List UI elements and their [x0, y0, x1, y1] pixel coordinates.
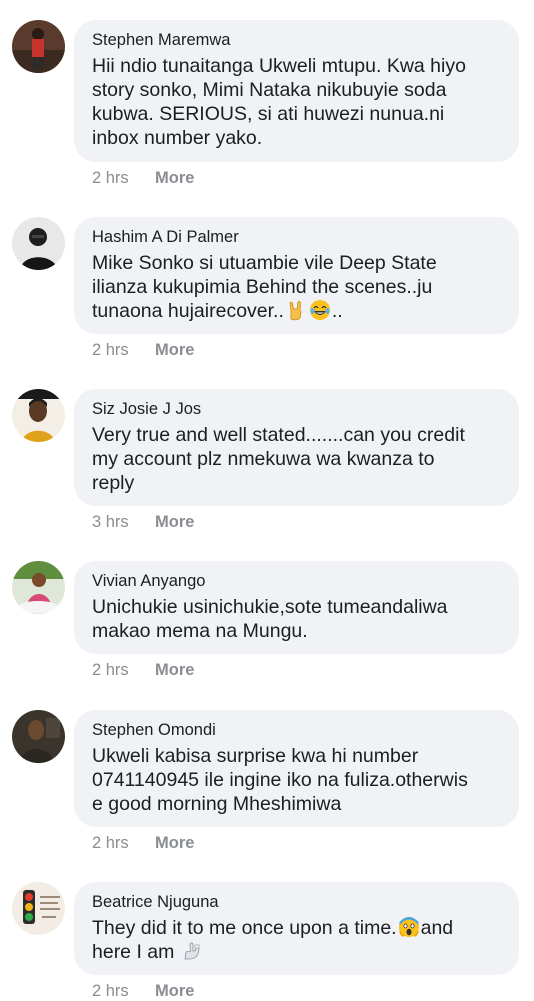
- comment-timestamp[interactable]: 3 hrs: [92, 512, 155, 532]
- comment-actions: 2 hrs More: [92, 981, 194, 1001]
- comment-timestamp[interactable]: 2 hrs: [92, 660, 155, 680]
- profile-photo-icon: [12, 561, 65, 614]
- comment-timestamp[interactable]: 2 hrs: [92, 168, 155, 188]
- comment-bubble: Stephen Maremwa Hii ndio tunaitanga Ukwe…: [74, 20, 519, 162]
- more-button[interactable]: More: [155, 834, 194, 852]
- more-button[interactable]: More: [155, 169, 194, 187]
- laughing-tears-emoji: [309, 299, 331, 321]
- rock-hand-emoji: [285, 299, 307, 321]
- flexed-arm-emoji: [181, 940, 203, 962]
- comment-text-line: tunaona hujairecover..: [92, 300, 284, 322]
- comment-bubble: Siz Josie J Jos Very true and well state…: [74, 389, 519, 506]
- screaming-face-emoji: [398, 916, 420, 938]
- comment-actions: 3 hrs More: [92, 512, 194, 532]
- avatar[interactable]: [12, 882, 65, 935]
- avatar[interactable]: [12, 389, 65, 442]
- avatar[interactable]: [12, 217, 65, 270]
- comment-actions: 2 hrs More: [92, 660, 194, 680]
- comment-text-line: Mike Sonko si utuambie vile Deep State: [92, 252, 437, 274]
- more-button[interactable]: More: [155, 341, 194, 359]
- comment-author[interactable]: Vivian Anyango: [92, 571, 503, 592]
- more-button[interactable]: More: [155, 513, 194, 531]
- profile-photo-icon: [12, 389, 65, 442]
- comment-bubble: Vivian Anyango Unichukie usinichukie,sot…: [74, 561, 519, 654]
- comment-bubble: Beatrice Njuguna They did it to me once …: [74, 882, 519, 975]
- comment-text: Unichukie usinichukie,sote tumeandaliwa …: [92, 596, 448, 642]
- avatar[interactable]: [12, 561, 65, 614]
- comment-text: Ukweli kabisa surprise kwa hi number 074…: [92, 745, 468, 815]
- comment-bubble: Hashim A Di Palmer Mike Sonko si utuambi…: [74, 217, 519, 334]
- comment-text: Hii ndio tunaitanga Ukweli mtupu. Kwa hi…: [92, 55, 466, 149]
- comment-timestamp[interactable]: 2 hrs: [92, 340, 155, 360]
- comment-text-segment: here I am: [92, 941, 175, 963]
- comment-author[interactable]: Stephen Omondi: [92, 720, 503, 741]
- comment-author[interactable]: Hashim A Di Palmer: [92, 227, 503, 248]
- comment-text-segment: and: [420, 917, 454, 939]
- comment-actions: 2 hrs More: [92, 340, 194, 360]
- avatar[interactable]: [12, 710, 65, 763]
- comment-bubble: Stephen Omondi Ukweli kabisa surprise kw…: [74, 710, 519, 827]
- comment-author[interactable]: Stephen Maremwa: [92, 30, 503, 51]
- comment-timestamp[interactable]: 2 hrs: [92, 833, 155, 853]
- profile-photo-icon: [12, 882, 65, 935]
- comment-text-segment: They did it to me once upon a time.: [92, 917, 397, 939]
- comment-timestamp[interactable]: 2 hrs: [92, 981, 155, 1001]
- comment-actions: 2 hrs More: [92, 833, 194, 853]
- comment-text: Mike Sonko si utuambie vile Deep State il…: [92, 251, 503, 323]
- comment-text-line: ilianza kukupimia Behind the scenes..ju: [92, 276, 433, 298]
- comment-author[interactable]: Beatrice Njuguna: [92, 892, 503, 913]
- more-button[interactable]: More: [155, 661, 194, 679]
- comment-author[interactable]: Siz Josie J Jos: [92, 399, 503, 420]
- avatar[interactable]: [12, 20, 65, 73]
- profile-photo-icon: [12, 20, 65, 73]
- more-button[interactable]: More: [155, 982, 194, 1000]
- comment-text: They did it to me once upon a time. and he…: [92, 916, 503, 964]
- comment-actions: 2 hrs More: [92, 168, 194, 188]
- comment-text: Very true and well stated.......can you …: [92, 424, 465, 494]
- profile-photo-icon: [12, 217, 65, 270]
- comment-text-tail: ..: [331, 300, 343, 322]
- profile-photo-icon: [12, 710, 65, 763]
